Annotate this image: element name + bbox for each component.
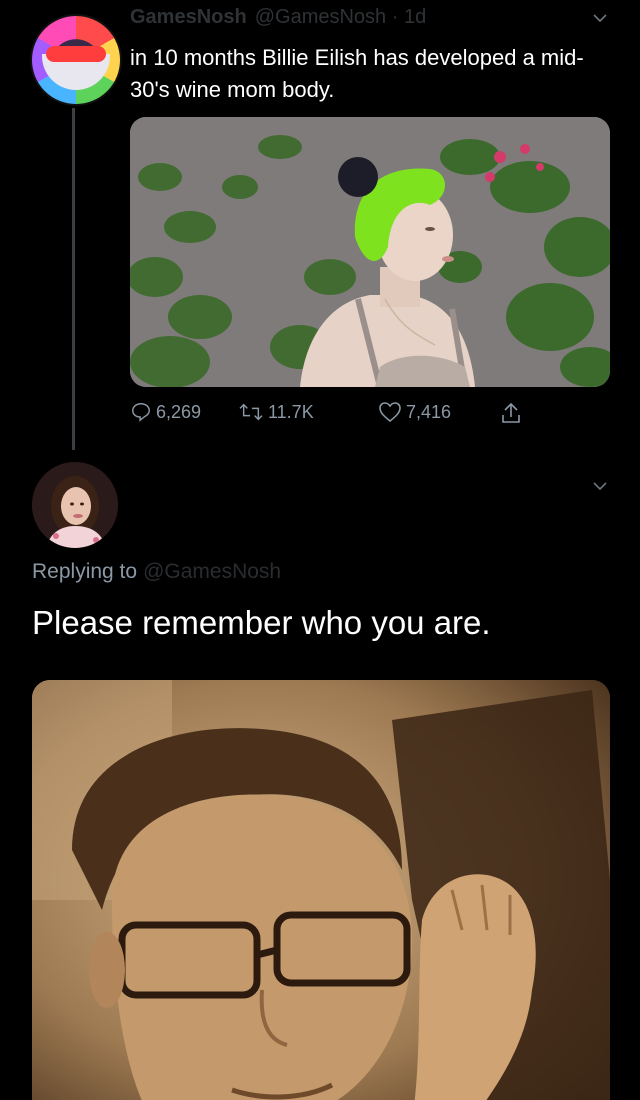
tweet-text: in 10 months Billie Eilish has developed… [130,45,584,102]
reply-text: Please remember who you are. [32,604,491,641]
tweet-photo[interactable] [130,117,610,387]
comment-icon [132,403,150,422]
retweet-button[interactable]: 11.7K [238,401,314,423]
tweet-actions: 6,269 11.7K 7,416 [130,395,610,435]
like-button[interactable]: 7,416 [378,401,451,423]
reply-button[interactable]: 6,269 [130,401,201,423]
reply-count: 6,269 [156,401,202,422]
heart-icon [379,402,401,423]
twitter-thread: GamesNosh @GamesNosh · 1d in 10 months Bi… [0,0,640,1100]
photo-scene [32,680,610,1100]
reply-photo[interactable] [32,680,610,1100]
chevron-down-icon[interactable] [592,478,608,494]
replying-to-handle[interactable]: @GamesNosh [143,560,281,583]
bowl-contents-graphic [46,46,106,62]
avatar[interactable] [30,14,122,106]
user-handle[interactable]: @GamesNosh · 1d [255,6,426,28]
replying-to: Replying to @GamesNosh [32,560,281,584]
reply-avatar[interactable] [32,462,118,548]
original-tweet[interactable]: GamesNosh @GamesNosh · 1d in 10 months Bi… [0,0,640,450]
retweet-icon [239,403,263,421]
replying-label: Replying to [32,560,138,583]
retweet-count: 11.7K [268,401,314,422]
chevron-down-icon[interactable] [592,10,608,26]
display-name[interactable]: GamesNosh [130,6,247,28]
tweet-author[interactable]: GamesNosh @GamesNosh · 1d [130,6,426,29]
photo-scene [130,117,610,387]
like-count: 7,416 [406,401,452,422]
avatar-photo [32,462,118,548]
share-icon [502,402,520,423]
share-button[interactable] [500,401,526,425]
thread-connector-line [72,108,75,450]
